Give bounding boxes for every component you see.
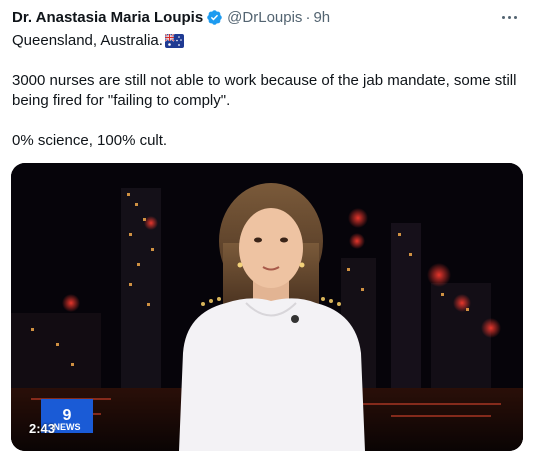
more-options-icon[interactable] [499,8,519,26]
video-timestamp: 2:43 [29,421,56,436]
tweet-header: Dr. Anastasia Maria Loupis @DrLoupis · 9… [12,7,330,27]
svg-text:NEWS: NEWS [54,422,81,432]
australia-flag-icon [164,33,184,48]
author-display-name[interactable]: Dr. Anastasia Maria Loupis [12,9,203,26]
verified-badge-icon [206,9,223,26]
author-handle[interactable]: @DrLoupis [227,9,302,26]
tweet-paragraph-1: 3000 nurses are still not able to work b… [12,72,517,109]
tweet-time[interactable]: 9h [313,9,330,26]
video-frame: 9 NEWS [11,163,523,451]
tweet-location-line: Queensland, Australia. [12,31,517,51]
location-text: Queensland, Australia. [12,32,163,49]
header-separator: · [305,8,311,26]
top-strip [0,0,533,4]
tweet-text: Queensland, Australia. 3000 nurses are s… [12,31,517,151]
video-player[interactable]: 9 NEWS [11,163,523,451]
tweet-card[interactable]: Dr. Anastasia Maria Loupis @DrLoupis · 9… [0,0,533,462]
tweet-paragraph-2: 0% science, 100% cult. [12,132,168,149]
